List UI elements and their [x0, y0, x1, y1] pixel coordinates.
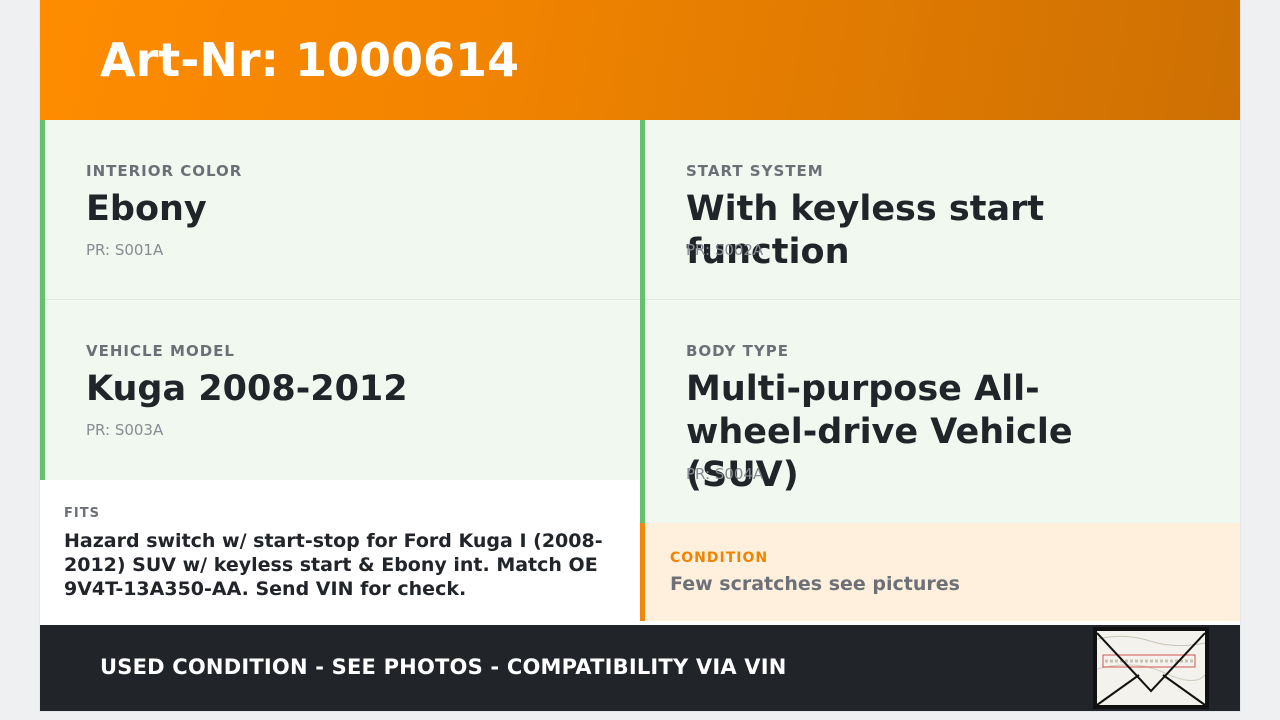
card-value: Ebony [86, 189, 207, 229]
card-vehicle-model: VEHICLE MODEL Kuga 2008-2012 PR: S003A [40, 300, 640, 480]
condition-section: CONDITION Few scratches see pictures [640, 523, 1240, 621]
card-pr-code: PR: S002A [686, 241, 764, 259]
card-value: Kuga 2008-2012 [86, 369, 408, 409]
card-label: INTERIOR COLOR [86, 162, 243, 180]
fits-section: FITS Hazard switch w/ start-stop for For… [40, 480, 640, 625]
condition-label: CONDITION [670, 550, 769, 566]
product-photo-thumbnail[interactable] [1093, 627, 1209, 709]
fits-label: FITS [64, 506, 100, 521]
listing-page: Art-Nr: 1000614 INTERIOR COLOR Ebony PR:… [40, 0, 1240, 711]
condition-text: Few scratches see pictures [670, 573, 960, 595]
article-number-title: Art-Nr: 1000614 [100, 33, 520, 87]
card-interior-color: INTERIOR COLOR Ebony PR: S001A [40, 120, 640, 300]
card-start-system: START SYSTEM With keyless start function… [640, 120, 1240, 300]
card-value: With keyless start function [686, 189, 1045, 272]
card-body-type: BODY TYPE Multi-purpose All-wheel-drive … [640, 300, 1240, 523]
card-pr-code: PR: S001A [86, 241, 164, 259]
footer-banner: USED CONDITION - SEE PHOTOS - COMPATIBIL… [40, 625, 1240, 711]
header-banner: Art-Nr: 1000614 [40, 0, 1240, 120]
card-label: VEHICLE MODEL [86, 342, 235, 360]
card-label: START SYSTEM [686, 162, 824, 180]
card-pr-code: PR: S004A [686, 465, 764, 483]
card-label: BODY TYPE [686, 342, 789, 360]
card-pr-code: PR: S003A [86, 421, 164, 439]
footer-text: USED CONDITION - SEE PHOTOS - COMPATIBIL… [100, 655, 787, 679]
fits-description: Hazard switch w/ start-stop for Ford Kug… [64, 530, 603, 600]
envelope-photo-icon [1095, 629, 1207, 707]
